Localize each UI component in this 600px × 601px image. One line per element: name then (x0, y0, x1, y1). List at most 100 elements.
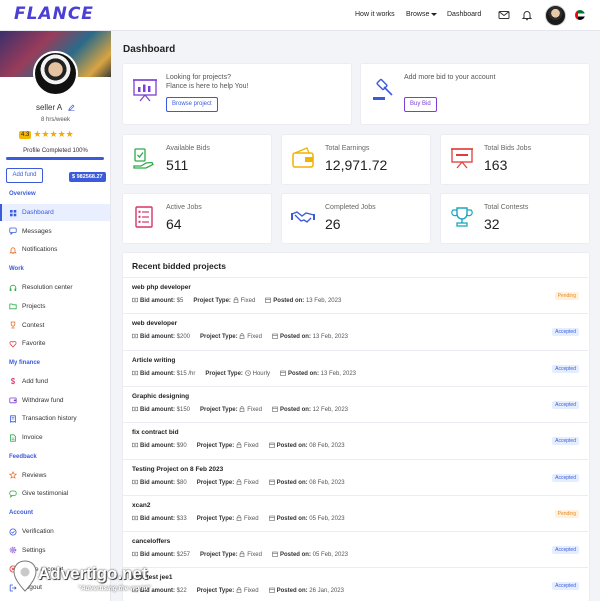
sidebar-item-dashboard[interactable]: Dashboard (0, 204, 110, 221)
mail-icon[interactable] (498, 9, 510, 21)
stat-card-total-bids-jobs[interactable]: Total Bids Jobs 163 (441, 135, 589, 184)
sidebar-item-notifications[interactable]: Notifications (0, 241, 110, 258)
status-badge: Accepted (552, 473, 579, 482)
project-row[interactable]: Testing Project on 8 Feb 2023 Bid amount:… (123, 458, 588, 495)
project-type-label: Project Type: (196, 479, 235, 486)
rating-badge: 4.3 (19, 130, 32, 139)
bid-amount-label: Bid amount: (140, 370, 175, 377)
project-title[interactable]: web developer (132, 320, 177, 327)
profile-picture[interactable] (33, 51, 78, 96)
user-avatar[interactable] (545, 5, 566, 26)
lock-icon (236, 478, 242, 485)
buy-bid-button[interactable]: Buy Bid (404, 97, 437, 112)
posted-on-value: 05 Feb, 2023 (312, 552, 348, 559)
posted-on-label: Posted on: (273, 298, 305, 304)
nav-browse-dropdown[interactable]: Browse (406, 11, 438, 18)
sidebar-item-messages[interactable]: Messages (0, 223, 110, 240)
project-type-value: Fixed (247, 552, 262, 559)
posted-on-value: 13 Feb, 2023 (320, 370, 356, 377)
stat-value: 12,971.72 (325, 157, 388, 173)
sidebar-item-projects[interactable]: Projects (0, 298, 110, 315)
project-meta: Bid amount: $200 Project Type: Fixed Poste… (132, 333, 348, 340)
stat-value: 511 (166, 157, 189, 173)
project-type-value: Fixed (247, 334, 262, 341)
sidebar-item-reviews[interactable]: Reviews (0, 467, 110, 484)
project-row[interactable]: web developer Bid amount: $200 Project Typ… (123, 313, 588, 349)
stat-card-total-earnings[interactable]: Total Earnings 12,971.72 (282, 135, 430, 184)
add-fund-button[interactable]: Add fund (6, 168, 43, 183)
nav-how-it-works[interactable]: How it works (355, 11, 395, 18)
sidebar-section-feedback: Feedback (9, 453, 37, 460)
project-title[interactable]: Graphic designing (132, 393, 189, 400)
gear-icon (9, 547, 17, 554)
brand-logo[interactable]: FLANCE (14, 4, 94, 24)
lock-icon (239, 551, 245, 557)
lock-icon (239, 406, 245, 412)
sidebar-item-favorite[interactable]: Favorite (0, 335, 110, 352)
project-row[interactable]: canceloffers Bid amount: $257 Project Type… (123, 531, 588, 567)
availability-hours: 8 hrs/week (40, 117, 70, 123)
bid-amount-value: $15 /hr (176, 370, 196, 377)
project-title[interactable]: Testing Project on 8 Feb 2023 (132, 466, 223, 473)
project-title[interactable]: web php developer (132, 284, 191, 291)
sidebar-item-settings[interactable]: Settings (0, 542, 110, 559)
money-icon (132, 515, 138, 520)
calendar-icon (272, 551, 278, 557)
stat-card-total-contests[interactable]: Total Contests 32 (441, 194, 589, 243)
calendar-icon (272, 406, 278, 412)
nav-dashboard[interactable]: Dashboard (447, 11, 481, 18)
sidebar-item-contest[interactable]: Contest (0, 317, 110, 334)
project-title[interactable]: xcan2 (132, 502, 150, 509)
posted-on-value: 26 Jan, 2023 (309, 588, 344, 595)
posted-on-label: Posted on: (276, 515, 308, 522)
sidebar-item-withdraw-fund[interactable]: Withdraw fund (0, 392, 110, 409)
edit-icon[interactable] (68, 104, 75, 112)
stat-value: 32 (484, 216, 500, 232)
project-title[interactable]: fix contract bid (132, 429, 179, 436)
handshake-icon (291, 211, 315, 223)
check-circle-icon (9, 528, 17, 536)
posted-on-value: 05 Feb, 2023 (309, 515, 345, 522)
sidebar-item-label: Add fund (22, 377, 49, 385)
star-icon (9, 471, 17, 479)
sidebar-section-overview: Overview (9, 191, 36, 197)
stat-card-completed-jobs[interactable]: Completed Jobs 26 (282, 194, 430, 243)
lock-icon (233, 297, 238, 303)
bell-icon (9, 247, 17, 254)
bell-icon[interactable] (521, 9, 533, 21)
project-type-label: Project Type: (193, 298, 231, 304)
bid-amount-label: Bid amount: (140, 406, 175, 413)
project-row[interactable]: Article writing Bid amount: $15 /hr Projec… (123, 349, 588, 386)
sidebar-item-verification[interactable]: Verification (0, 523, 110, 540)
sidebar-item-give-testimonial[interactable]: Give testimonial (0, 485, 110, 502)
sidebar-item-invoice[interactable]: Invoice (0, 429, 110, 446)
project-title[interactable]: Article writing (132, 357, 175, 364)
project-row[interactable]: web php developer Bid amount: $5 Project T… (123, 277, 588, 313)
recent-projects-card: Recent bidded projects web php developer… (123, 253, 589, 601)
profile-progress-fill (6, 157, 104, 160)
sidebar-item-label: Notifications (22, 246, 58, 254)
language-flag-icon[interactable] (575, 10, 585, 20)
stat-card-available-bids[interactable]: Available Bids 511 (123, 135, 271, 184)
posted-on-value: 13 Feb, 2023 (305, 298, 342, 304)
money-icon (132, 334, 138, 339)
browse-project-button[interactable]: Browse project (166, 97, 218, 112)
user-name: seller A (35, 103, 62, 112)
nav-browse-label: Browse (406, 11, 430, 18)
sidebar-item-resolution-center[interactable]: Resolution center (0, 279, 110, 296)
project-row[interactable]: Graphic designing Bid amount: $150 Project… (123, 385, 588, 422)
stat-card-active-jobs[interactable]: Active Jobs 64 (123, 194, 271, 243)
wallet-icon (292, 147, 314, 168)
project-row[interactable]: new test jee1 Bid amount: $22 Project Type… (123, 567, 588, 601)
lock-icon (236, 442, 242, 449)
stat-value: 26 (325, 216, 341, 232)
sidebar-item-add-fund[interactable]: Add fund (0, 373, 110, 390)
status-badge: Accepted (552, 328, 579, 337)
posted-on-label: Posted on: (279, 552, 311, 559)
lock-icon (236, 587, 242, 594)
sidebar-item-transaction-history[interactable]: Transaction history (0, 410, 110, 427)
project-row[interactable]: fix contract bid Bid amount: $90 Project T… (123, 422, 588, 458)
project-row[interactable]: xcan2 Bid amount: $33 Project Type: Fixed P… (123, 494, 588, 531)
project-title[interactable]: canceloffers (132, 538, 170, 545)
sidebar-item-label: Contest (22, 321, 45, 329)
